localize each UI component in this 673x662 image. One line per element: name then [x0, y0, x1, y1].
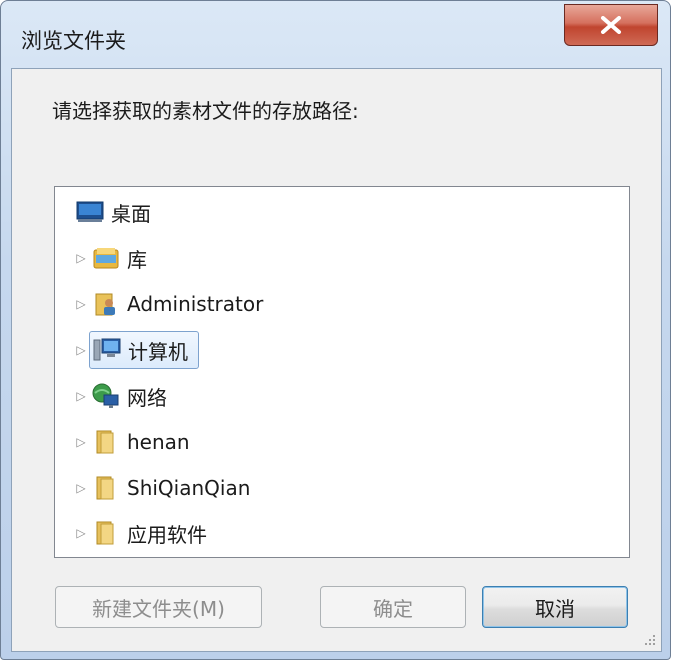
window-title: 浏览文件夹 — [21, 29, 126, 53]
instruction-text: 请选择获取的素材文件的存放路径: — [52, 99, 359, 123]
folder-tree[interactable]: 桌面 ▷ 库 ▷ Administrator ▷ 计算机 ▷ 网络 ▷ hena… — [54, 186, 630, 558]
dialog-body: 请选择获取的素材文件的存放路径: 桌面 ▷ 库 ▷ Administrator … — [11, 68, 662, 652]
tree-item-label: ShiQianQian — [127, 476, 251, 500]
tree-item-computer[interactable]: ▷ 计算机 — [73, 331, 199, 369]
close-icon — [601, 16, 621, 34]
expand-arrow-icon[interactable]: ▷ — [73, 331, 89, 369]
tree-item-henan[interactable]: ▷ henan — [73, 423, 190, 461]
tree-item-label: Administrator — [127, 292, 264, 316]
computer-icon — [92, 335, 122, 365]
title-bar[interactable]: 浏览文件夹 — [1, 1, 670, 59]
expand-arrow-icon[interactable]: ▷ — [73, 285, 89, 323]
tree-item-label: 桌面 — [111, 201, 151, 226]
resize-grip-icon[interactable] — [643, 633, 657, 647]
expand-arrow-icon[interactable]: ▷ — [73, 514, 89, 552]
expand-arrow-icon[interactable]: ▷ — [73, 423, 89, 461]
tree-item-label: 计算机 — [128, 339, 188, 364]
expand-arrow-icon[interactable]: ▷ — [73, 377, 89, 415]
tree-item-label: 库 — [127, 247, 147, 272]
ok-button[interactable]: 确定 — [320, 586, 466, 628]
expand-arrow-icon[interactable]: ▷ — [73, 239, 89, 277]
tree-item-administrator[interactable]: ▷ Administrator — [73, 285, 263, 323]
tree-item-desktop[interactable]: 桌面 — [73, 193, 151, 231]
tree-item-applications[interactable]: ▷ 应用软件 — [73, 514, 207, 552]
expand-arrow-icon[interactable]: ▷ — [73, 469, 89, 507]
folder-icon — [91, 473, 121, 503]
desktop-icon — [75, 197, 105, 227]
tree-item-label: henan — [127, 430, 190, 454]
network-icon — [91, 381, 121, 411]
selection-highlight: 计算机 — [89, 331, 199, 369]
tree-item-library[interactable]: ▷ 库 — [73, 239, 147, 277]
tree-item-network[interactable]: ▷ 网络 — [73, 377, 167, 415]
new-folder-button[interactable]: 新建文件夹(M) — [55, 586, 262, 628]
browse-folder-dialog: 浏览文件夹 请选择获取的素材文件的存放路径: 桌面 ▷ 库 ▷ Administ… — [0, 0, 671, 660]
tree-item-shiqianqian[interactable]: ▷ ShiQianQian — [73, 469, 250, 507]
library-icon — [91, 243, 121, 273]
folder-icon — [91, 518, 121, 548]
tree-item-label: 应用软件 — [127, 522, 207, 547]
cancel-button[interactable]: 取消 — [482, 586, 628, 628]
user-folder-icon — [91, 289, 121, 319]
folder-icon — [91, 427, 121, 457]
tree-item-label: 网络 — [127, 385, 167, 410]
close-button[interactable] — [564, 4, 658, 46]
